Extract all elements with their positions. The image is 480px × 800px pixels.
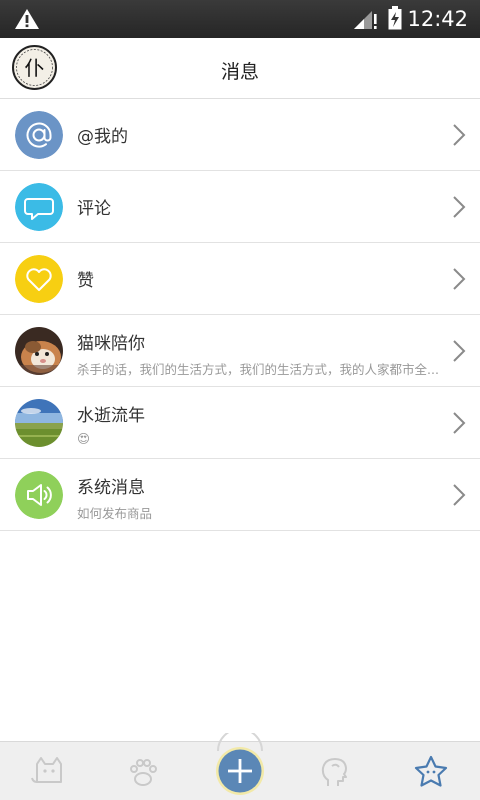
list-item-preview: 如何发布商品: [77, 506, 153, 521]
list-item-preview: 😍: [77, 431, 91, 446]
list-item-title: 评论: [77, 199, 111, 219]
list-item-conversation[interactable]: 猫咪陪你 杀手的话，我们的生活方式，我们的生活方式，我的人家都市全...: [0, 315, 480, 387]
landscape-avatar: [15, 399, 63, 447]
status-bar: 12:42: [0, 0, 480, 38]
heart-icon: [15, 255, 63, 303]
chevron-right-icon: [453, 484, 466, 506]
list-item-conversation[interactable]: 水逝流年 😍: [0, 387, 480, 459]
star-tab-icon[interactable]: [411, 752, 451, 792]
list-item-system-messages[interactable]: 系统消息 如何发布商品: [0, 459, 480, 531]
cat-avatar: [15, 327, 63, 375]
head-tab-icon[interactable]: [314, 752, 354, 792]
list-item-title: @我的: [77, 127, 128, 147]
cat-tab-icon[interactable]: [29, 752, 69, 792]
speaker-icon: [15, 471, 63, 519]
list-item-preview: 杀手的话，我们的生活方式，我们的生活方式，我的人家都市全...: [77, 362, 439, 377]
chevron-right-icon: [453, 412, 466, 434]
message-list: @我的 评论 赞 猫咪陪你 杀手的话，我们的生活方式，我们的生活方式，我的人家都…: [0, 99, 480, 531]
chevron-right-icon: [453, 340, 466, 362]
signal-icon: [354, 11, 377, 29]
app-header: 仆 消息: [0, 38, 480, 99]
chevron-right-icon: [453, 124, 466, 146]
chevron-right-icon: [453, 268, 466, 290]
chevron-right-icon: [453, 196, 466, 218]
at-icon: [15, 111, 63, 159]
list-item-title: 猫咪陪你: [77, 334, 145, 354]
list-item-title: 赞: [77, 271, 94, 291]
list-item-likes[interactable]: 赞: [0, 243, 480, 315]
add-tab-icon[interactable]: [212, 733, 268, 797]
list-item-comments[interactable]: 评论: [0, 171, 480, 243]
paw-tab-icon[interactable]: [123, 752, 163, 792]
list-item-title: 系统消息: [77, 478, 145, 498]
warning-icon: [15, 9, 39, 29]
page-title: 消息: [220, 61, 259, 83]
comment-icon: [15, 183, 63, 231]
list-item-at-me[interactable]: @我的: [0, 99, 480, 171]
clock: 12:42: [407, 7, 468, 31]
list-item-title: 水逝流年: [77, 406, 145, 426]
battery-icon: [388, 6, 402, 30]
